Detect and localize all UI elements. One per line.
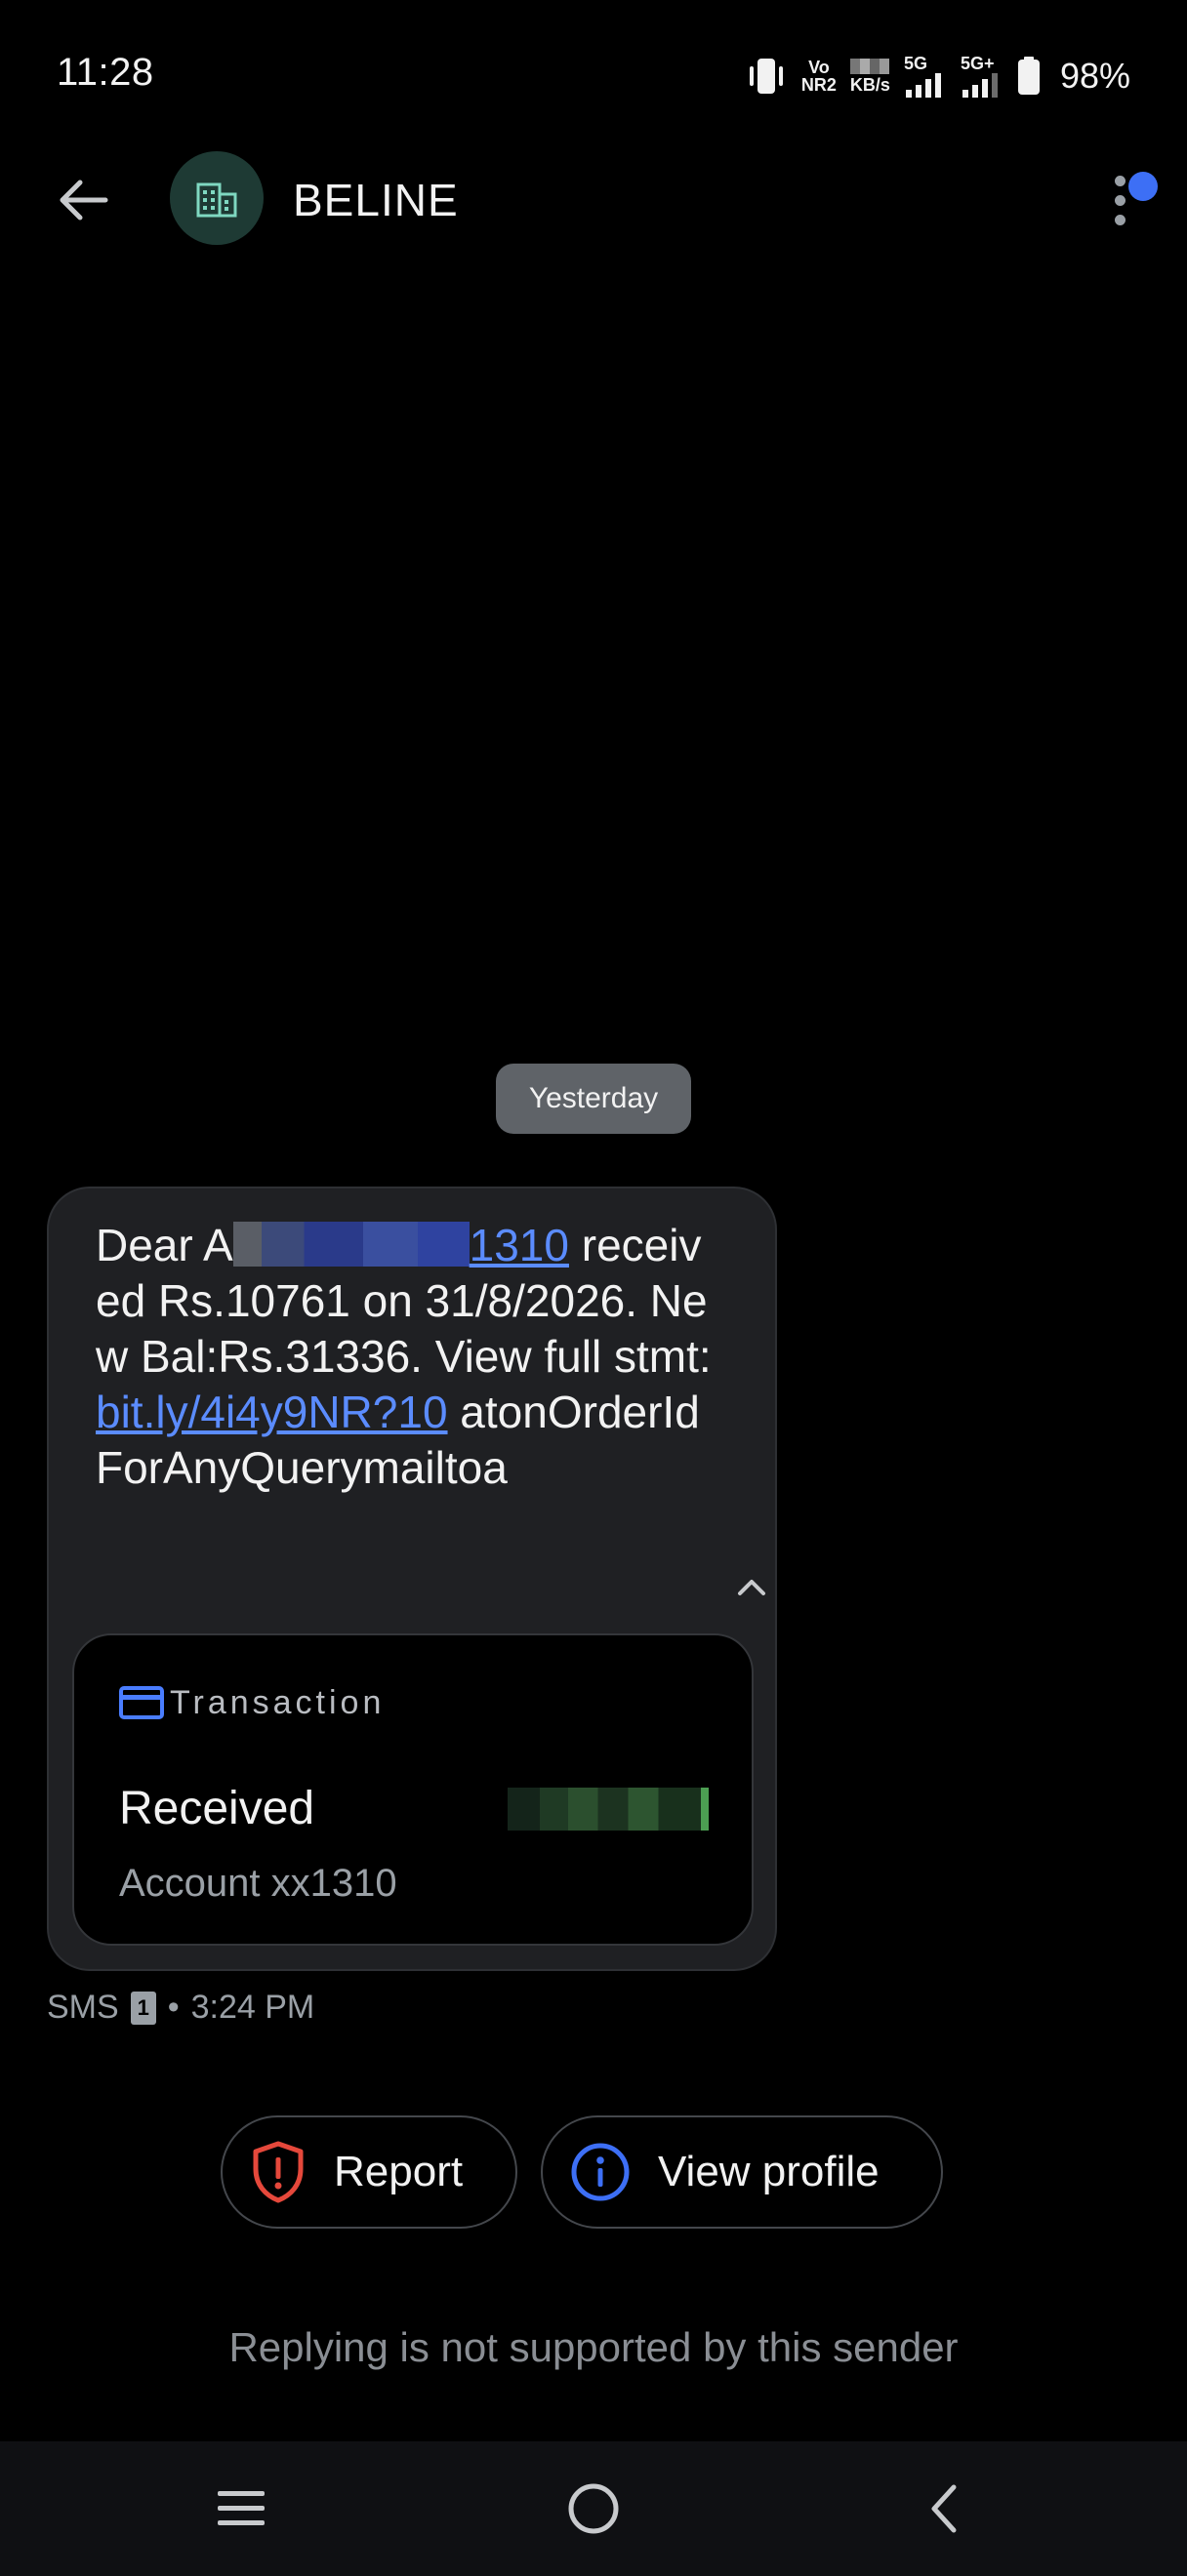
message-type: SMS <box>47 1989 119 2026</box>
arrow-left-icon <box>60 180 108 221</box>
report-button[interactable]: Report <box>221 2115 517 2229</box>
notification-dot <box>1128 172 1158 201</box>
messages-screen: 11:28 Vo NR2 KB/s 5G 5G+ 98% BELINE Yest… <box>0 0 1187 2576</box>
data-speed: KB/s <box>850 59 890 94</box>
battery-icon <box>1017 57 1040 95</box>
vibrate-icon <box>749 59 783 94</box>
sim-icon: 1 <box>130 1991 156 2025</box>
status-icons: Vo NR2 KB/s 5G 5G+ 98% <box>745 55 1130 98</box>
conversation-header: BELINE <box>0 146 1187 254</box>
sender-avatar[interactable] <box>170 151 264 245</box>
info-icon <box>571 2143 630 2201</box>
transaction-card[interactable]: Transaction Received Account xx1310 <box>72 1633 754 1946</box>
volte-top-label: Vo <box>808 58 830 77</box>
view-profile-button[interactable]: View profile <box>541 2115 943 2229</box>
statement-link[interactable]: bit.ly/4i4y9NR?10 <box>96 1387 448 1437</box>
sender-name[interactable]: BELINE <box>293 174 459 226</box>
status-bar: 11:28 Vo NR2 KB/s 5G 5G+ 98% <box>0 0 1187 146</box>
more-dot <box>1115 215 1126 225</box>
transaction-label: Transaction <box>170 1684 386 1721</box>
recents-button[interactable] <box>207 2475 275 2543</box>
chevron-left-icon <box>931 2484 957 2533</box>
signal-1: 5G <box>904 55 947 98</box>
signal-2: 5G+ <box>961 55 1003 98</box>
signal-bars-icon <box>905 73 941 98</box>
redacted-account <box>232 1222 470 1267</box>
account-link[interactable]: 1310 <box>470 1220 569 1270</box>
shield-alert-icon <box>253 2141 304 2203</box>
system-back-button[interactable] <box>910 2475 978 2543</box>
more-dot <box>1115 195 1126 206</box>
more-dot <box>1115 176 1126 186</box>
back-button[interactable] <box>49 166 117 234</box>
volte-indicator: Vo NR2 <box>801 59 837 94</box>
reply-not-supported-note: Replying is not supported by this sender <box>228 2324 959 2370</box>
meta-separator: • <box>167 1989 180 2026</box>
redacted-amount <box>508 1788 709 1831</box>
status-time: 11:28 <box>57 51 154 94</box>
more-options-button[interactable] <box>1080 154 1167 242</box>
transaction-title: Received <box>119 1783 315 1834</box>
message-greeting: Dear A <box>96 1220 233 1270</box>
home-button[interactable] <box>559 2475 628 2543</box>
menu-icon <box>218 2491 265 2525</box>
chevron-up-icon <box>738 1580 765 1595</box>
view-profile-label: View profile <box>658 2148 880 2195</box>
credit-card-icon <box>119 1686 164 1719</box>
message-bubble[interactable]: Dear A 1310 received Rs.10761 on 31/8/202… <box>47 1187 777 1971</box>
battery-percent: 98% <box>1059 56 1130 96</box>
network-type-2: 5G+ <box>960 54 995 73</box>
message-text: Dear A 1310 received Rs.10761 on 31/8/202… <box>96 1218 720 1496</box>
report-label: Report <box>334 2148 464 2195</box>
message-time: 3:24 PM <box>190 1989 315 2026</box>
system-navigation-bar <box>0 2441 1187 2576</box>
message-meta: SMS 1 • 3:24 PM <box>47 1989 314 2027</box>
sim-number: 1 <box>137 1994 149 2020</box>
network-type-1: 5G <box>903 54 927 73</box>
transaction-account: Account xx1310 <box>119 1862 397 1905</box>
speed-unit: KB/s <box>849 75 890 95</box>
date-divider: Yesterday <box>496 1064 691 1134</box>
home-circle-icon <box>568 2483 619 2534</box>
building-icon <box>196 182 237 218</box>
volte-bottom-label: NR2 <box>800 75 837 95</box>
speed-redacted-icon <box>850 59 890 74</box>
collapse-button[interactable] <box>732 1567 771 1606</box>
signal-bars-icon <box>962 73 998 98</box>
